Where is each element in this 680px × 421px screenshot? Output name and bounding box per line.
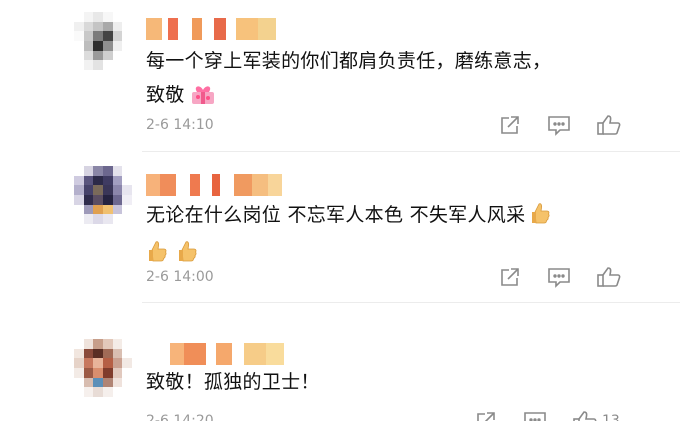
comment-actions: 13 — [474, 409, 620, 421]
comment-text: 无论在什么岗位 不忘军人本色 不失军人风采 — [146, 198, 626, 274]
avatar[interactable] — [74, 12, 132, 70]
comment-item: 致敬！孤独的卫士！ 2-6 14:20 13 — [0, 303, 680, 421]
like-button[interactable] — [596, 265, 622, 289]
share-icon — [477, 412, 495, 421]
like-icon — [597, 267, 621, 287]
comment-time: 2-6 14:00 — [146, 269, 214, 285]
like-count: 13 — [602, 413, 620, 421]
comment-actions — [498, 265, 622, 289]
reply-button[interactable] — [522, 409, 548, 421]
avatar[interactable] — [74, 166, 132, 224]
comment-time: 2-6 14:20 — [146, 413, 214, 421]
comment-item: 无论在什么岗位 不忘军人本色 不失军人风采 2-6 14:00 — [0, 152, 680, 302]
share-button[interactable] — [474, 409, 498, 421]
comment-actions — [498, 113, 622, 137]
comment-feed: 每一个穿上军装的你们都肩负责任，磨练意志， 致敬 2-6 14:10 无论在什么… — [0, 0, 680, 421]
reply-button[interactable] — [546, 113, 572, 137]
comment-text: 致敬！孤独的卫士！ — [146, 371, 320, 393]
thumbs-up-emoji — [531, 201, 551, 236]
like-button[interactable]: 13 — [572, 409, 620, 421]
comment-icon — [524, 412, 546, 421]
reply-button[interactable] — [546, 265, 572, 289]
username[interactable] — [146, 174, 282, 196]
comment-icon — [548, 268, 570, 288]
comment-time: 2-6 14:10 — [146, 117, 214, 133]
comment-item: 每一个穿上军装的你们都肩负责任，磨练意志， 致敬 2-6 14:10 — [0, 0, 680, 150]
like-icon — [597, 115, 621, 135]
share-button[interactable] — [498, 113, 522, 137]
username[interactable] — [170, 343, 284, 365]
heart-gift-emoji — [191, 82, 215, 116]
share-icon — [501, 268, 519, 286]
like-icon — [573, 411, 597, 421]
comment-icon — [548, 116, 570, 136]
share-icon — [501, 116, 519, 134]
comment-text: 每一个穿上军装的你们都肩负责任，磨练意志， 致敬 — [146, 44, 626, 116]
share-button[interactable] — [498, 265, 522, 289]
like-button[interactable] — [596, 113, 622, 137]
username[interactable] — [146, 18, 276, 40]
avatar[interactable] — [74, 339, 132, 397]
